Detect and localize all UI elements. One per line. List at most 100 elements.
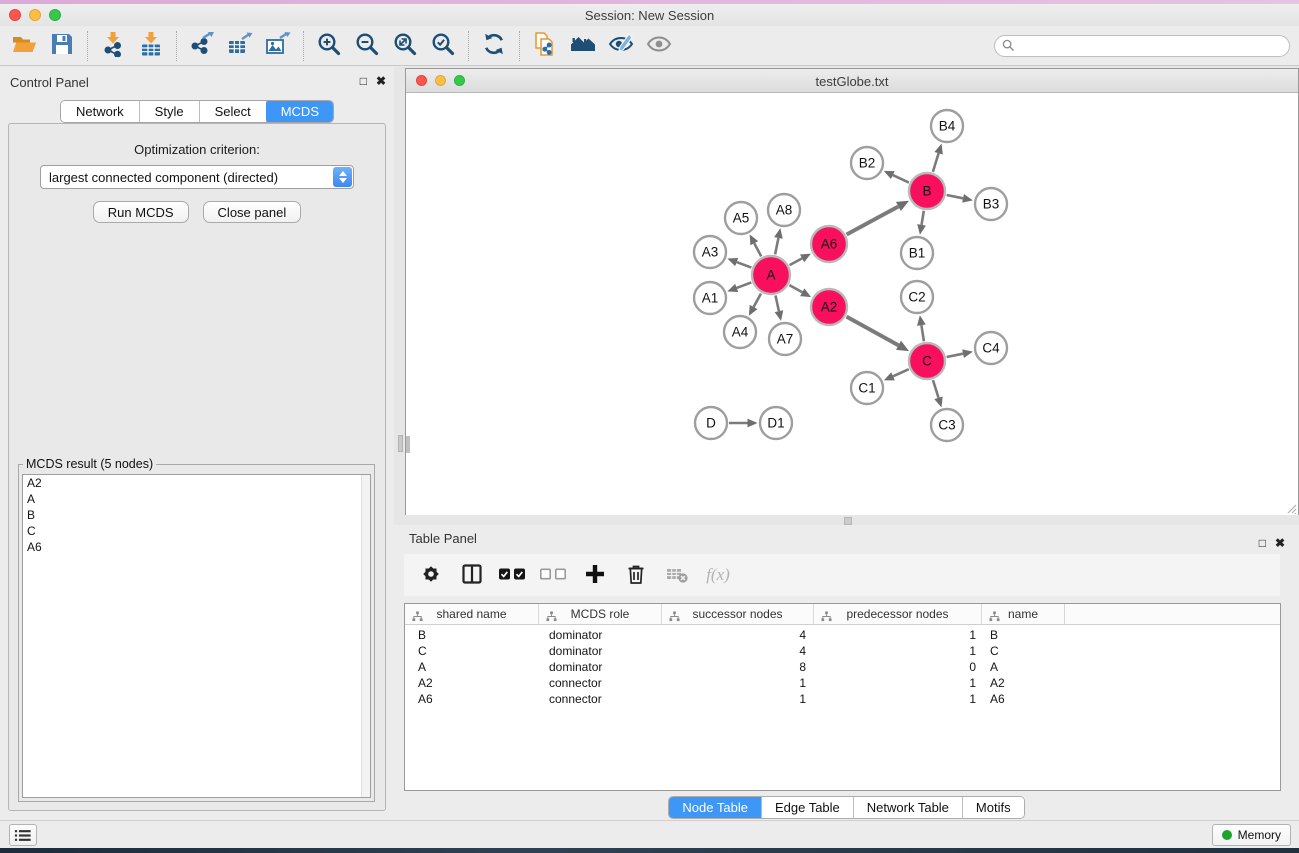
add-button[interactable] (578, 558, 612, 592)
delete-button[interactable] (619, 558, 653, 592)
graph-edge-B-B1[interactable] (922, 211, 924, 225)
duplicate-network-button[interactable] (529, 30, 561, 62)
result-item[interactable]: A2 (23, 475, 370, 491)
graph-edge-B-B3[interactable] (947, 195, 963, 198)
columns-button[interactable] (455, 558, 489, 592)
graph-edge-A-A4[interactable] (754, 293, 761, 307)
search-box[interactable] (994, 35, 1290, 57)
column-header-successor-nodes[interactable]: successor nodes (662, 604, 814, 624)
tab-node-table[interactable]: Node Table (669, 797, 762, 818)
show-panels-button[interactable] (9, 824, 37, 846)
tab-network[interactable]: Network (61, 101, 140, 122)
graph-edge-C-C3[interactable] (933, 380, 939, 398)
open-file-button[interactable] (8, 30, 40, 62)
graph-edge-B-B2[interactable] (893, 175, 909, 182)
graph-arrowhead (727, 258, 738, 266)
graph-edge-A6-B[interactable] (847, 206, 899, 234)
export-table-button[interactable] (224, 30, 256, 62)
graph-edge-B-B4[interactable] (933, 153, 939, 172)
zoom-out-button[interactable] (351, 30, 383, 62)
graphics-details-button[interactable] (605, 30, 637, 62)
vertical-split-handle[interactable] (398, 435, 403, 452)
table-row[interactable]: Adominator80A (405, 659, 1280, 675)
column-header-MCDS-role[interactable]: MCDS role (539, 604, 662, 624)
zoom-fit-button[interactable] (389, 30, 421, 62)
import-table-button[interactable] (135, 30, 167, 62)
deselect-all-button[interactable] (537, 558, 571, 592)
canvas-left-scroll-thumb[interactable] (406, 436, 410, 453)
table-float-icon[interactable]: □ (1259, 536, 1266, 550)
tab-network-table[interactable]: Network Table (854, 797, 963, 818)
network-canvas[interactable]: AA1A2A3A4A5A6A7A8BB1B2B3B4CC1C2C3C4DD1 (406, 94, 1298, 515)
close-panel-button[interactable]: Close panel (203, 201, 302, 223)
tab-mcds[interactable]: MCDS (266, 100, 334, 123)
graph-node-label-C3: C3 (938, 418, 955, 433)
refresh-icon (481, 31, 507, 60)
screen: Session: New Session Control Panel □ (0, 0, 1299, 853)
table-row[interactable]: Cdominator41C (405, 643, 1280, 659)
close-panel-icon[interactable]: ✖ (376, 74, 386, 88)
visibility-button[interactable] (643, 30, 675, 62)
tab-select[interactable]: Select (200, 101, 267, 122)
graph-edge-A-A6[interactable] (790, 258, 803, 265)
result-scrollbar[interactable] (361, 475, 370, 797)
column-header-name[interactable]: name (982, 604, 1065, 624)
column-header-predecessor-nodes[interactable]: predecessor nodes (814, 604, 982, 624)
graph-edge-A2-C[interactable] (847, 317, 899, 346)
graph-node-label-B: B (922, 184, 931, 199)
search-icon (1002, 39, 1015, 52)
resize-grip-icon[interactable] (1285, 502, 1297, 514)
table-cell: dominator (539, 627, 662, 643)
refresh-button[interactable] (478, 30, 510, 62)
zoom-selected-button[interactable] (427, 30, 459, 62)
settings-button[interactable] (414, 558, 448, 592)
toolbar-group (8, 30, 78, 62)
run-mcds-button[interactable]: Run MCDS (93, 201, 189, 223)
result-item[interactable]: A6 (23, 539, 370, 555)
result-item[interactable]: B (23, 507, 370, 523)
search-input[interactable] (1015, 39, 1289, 53)
column-header-shared-name[interactable]: shared name (405, 604, 539, 624)
result-item[interactable]: C (23, 523, 370, 539)
graph-edge-A-A7[interactable] (775, 296, 778, 312)
table-row[interactable]: A6connector11A6 (405, 691, 1280, 707)
result-item[interactable]: A (23, 491, 370, 507)
graph-edge-A-A2[interactable] (789, 285, 802, 292)
criterion-dropdown-value: largest connected component (directed) (49, 170, 278, 185)
graph-edge-C-C1[interactable] (893, 369, 909, 376)
graph-edge-A-A5[interactable] (754, 243, 761, 256)
zoom-in-button[interactable] (313, 30, 345, 62)
tab-edge-table[interactable]: Edge Table (762, 797, 854, 818)
column-label: shared name (436, 607, 506, 621)
toolbar-group (186, 30, 294, 62)
graph-edge-A-A8[interactable] (775, 238, 778, 254)
home-button[interactable] (567, 30, 599, 62)
table-cell: connector (539, 691, 662, 707)
graph-edge-C-C2[interactable] (921, 325, 924, 341)
table-close-icon[interactable]: ✖ (1275, 536, 1285, 550)
graph-edge-C-C4[interactable] (947, 354, 963, 357)
export-image-button[interactable] (262, 30, 294, 62)
horizontal-split-handle[interactable] (844, 517, 852, 525)
control-panel-title: Control Panel (10, 75, 89, 90)
graph-edge-A-A3[interactable] (737, 262, 752, 268)
criterion-dropdown[interactable]: largest connected component (directed) (40, 165, 354, 189)
memory-button[interactable]: Memory (1212, 824, 1291, 846)
tab-motifs[interactable]: Motifs (963, 797, 1024, 818)
tab-style[interactable]: Style (140, 101, 200, 122)
export-network-button[interactable] (186, 30, 218, 62)
select-all-button[interactable] (496, 558, 530, 592)
graph-edge-A-A1[interactable] (737, 282, 752, 288)
control-panel: Control Panel □ ✖ NetworkStyleSelectMCDS… (0, 67, 394, 820)
save-session-button[interactable] (46, 30, 78, 62)
graph-node-label-C1: C1 (858, 381, 875, 396)
float-panel-icon[interactable]: □ (360, 74, 367, 88)
toolbar-separator (468, 31, 469, 61)
table-row[interactable]: A2connector11A2 (405, 675, 1280, 691)
mcds-result-list[interactable]: A2ABCA6 (22, 474, 371, 798)
table-row[interactable]: Bdominator41B (405, 627, 1280, 643)
graph-arrowhead (775, 310, 784, 321)
network-window-titlebar: testGlobe.txt (406, 69, 1298, 93)
table-cell: connector (539, 675, 662, 691)
import-network-button[interactable] (97, 30, 129, 62)
